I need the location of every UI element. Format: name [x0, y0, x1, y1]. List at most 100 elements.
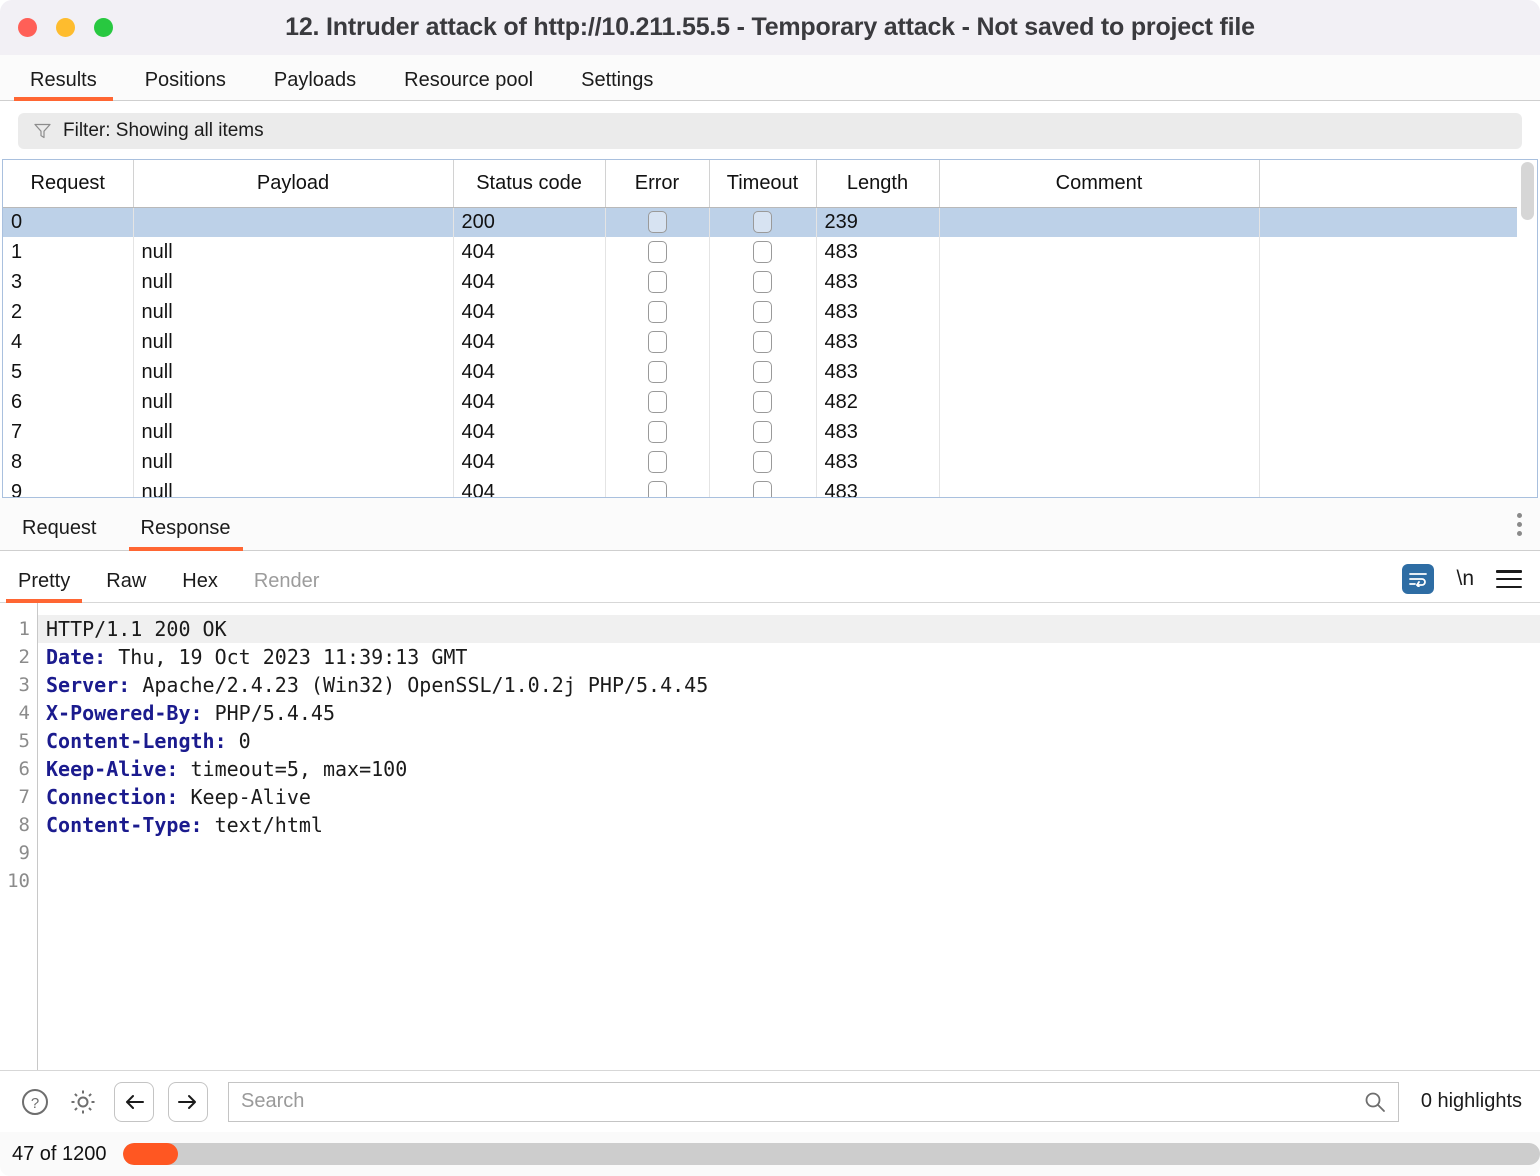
scrollbar-thumb[interactable] [1521, 162, 1534, 220]
tab-request[interactable]: Request [0, 518, 119, 550]
header-value: Keep-Alive [178, 785, 311, 809]
response-line: Server: Apache/2.4.23 (Win32) OpenSSL/1.… [38, 671, 1540, 699]
line-number: 10 [7, 870, 30, 892]
help-icon[interactable]: ? [18, 1085, 52, 1119]
search-field[interactable] [228, 1081, 1399, 1122]
cell-comment[interactable] [939, 357, 1260, 387]
cell-comment[interactable] [939, 477, 1260, 497]
response-body[interactable]: HTTP/1.1 200 OK Date: Thu, 19 Oct 2023 1… [38, 603, 1540, 1070]
tab-hex[interactable]: Hex [164, 571, 236, 602]
cell-comment[interactable] [939, 267, 1260, 297]
cell-comment[interactable] [939, 387, 1260, 417]
error-checkbox[interactable] [647, 481, 667, 497]
column-header-timeout[interactable]: Timeout [709, 160, 817, 208]
cell-timeout [709, 267, 817, 297]
cell-comment[interactable] [939, 327, 1260, 357]
timeout-checkbox[interactable] [753, 451, 772, 473]
timeout-checkbox[interactable] [753, 241, 772, 263]
column-header-length[interactable]: Length [816, 160, 940, 208]
newline-chars-icon[interactable]: \n [1456, 567, 1474, 591]
table-row[interactable]: 5 null 404 483 [3, 357, 1517, 387]
gear-icon[interactable] [66, 1085, 100, 1119]
kebab-menu-icon[interactable] [1517, 513, 1522, 536]
table-row[interactable]: 9 null 404 483 [3, 477, 1517, 497]
timeout-checkbox[interactable] [753, 361, 772, 383]
column-header-comment[interactable]: Comment [939, 160, 1260, 208]
table-row[interactable]: 1 null 404 483 [3, 237, 1517, 267]
filter-bar[interactable]: Filter: Showing all items [18, 113, 1522, 149]
timeout-checkbox[interactable] [753, 331, 772, 353]
search-input[interactable] [241, 1090, 1364, 1113]
timeout-checkbox[interactable] [753, 301, 772, 323]
cell-timeout [709, 387, 817, 417]
error-checkbox[interactable] [647, 211, 667, 234]
search-previous-button[interactable] [114, 1081, 154, 1122]
tab-resource-pool[interactable]: Resource pool [380, 70, 557, 100]
error-checkbox[interactable] [647, 271, 667, 293]
timeout-checkbox[interactable] [753, 421, 772, 443]
table-row[interactable]: 7 null 404 483 [3, 417, 1517, 447]
results-vertical-scrollbar[interactable] [1521, 162, 1534, 495]
response-line: Content-Type: text/html [38, 811, 1540, 839]
cell-comment[interactable] [939, 207, 1260, 237]
column-header-error[interactable]: Error [605, 160, 710, 208]
table-row[interactable]: 3 null 404 483 [3, 267, 1517, 297]
error-checkbox[interactable] [647, 361, 667, 383]
cell-status-code: 200 [453, 207, 606, 237]
close-button[interactable] [18, 18, 37, 37]
error-checkbox[interactable] [647, 391, 667, 413]
timeout-checkbox[interactable] [753, 271, 772, 293]
column-header-payload[interactable]: Payload [133, 160, 454, 208]
cell-request: 5 [3, 357, 134, 387]
hamburger-menu-icon[interactable] [1496, 570, 1522, 588]
cell-status-code: 404 [453, 297, 606, 327]
search-next-button[interactable] [168, 1081, 208, 1122]
header-value: HTTP/1.1 200 OK [46, 617, 227, 641]
cell-comment[interactable] [939, 417, 1260, 447]
cell-status-code: 404 [453, 327, 606, 357]
minimize-button[interactable] [56, 18, 75, 37]
cell-comment[interactable] [939, 447, 1260, 477]
timeout-checkbox[interactable] [753, 391, 772, 413]
table-row[interactable]: 4 null 404 483 [3, 327, 1517, 357]
cell-timeout [709, 447, 817, 477]
error-checkbox[interactable] [647, 421, 667, 443]
table-row[interactable]: 2 null 404 483 [3, 297, 1517, 327]
header-name: Content-Type: [46, 813, 203, 837]
cell-payload: null [133, 387, 454, 417]
results-table: Request Payload Status code Error Timeou… [3, 160, 1517, 497]
table-row[interactable]: 8 null 404 483 [3, 447, 1517, 477]
zoom-button[interactable] [94, 18, 113, 37]
cell-comment[interactable] [939, 237, 1260, 267]
column-header-request[interactable]: Request [3, 160, 134, 208]
table-row[interactable]: 0 200 239 [3, 207, 1517, 237]
tab-pretty[interactable]: Pretty [0, 571, 88, 603]
column-header-status-code[interactable]: Status code [453, 160, 606, 208]
window-controls [0, 18, 113, 37]
response-line: Connection: Keep-Alive [38, 783, 1540, 811]
error-checkbox[interactable] [647, 241, 667, 263]
response-line: Keep-Alive: timeout=5, max=100 [38, 755, 1540, 783]
tab-raw[interactable]: Raw [88, 571, 164, 602]
table-row[interactable]: 6 null 404 482 [3, 387, 1517, 417]
cell-error [605, 447, 710, 477]
cell-comment[interactable] [939, 297, 1260, 327]
tab-settings[interactable]: Settings [557, 70, 677, 100]
error-checkbox[interactable] [647, 331, 667, 353]
cell-spacer [1259, 387, 1517, 417]
tab-results[interactable]: Results [6, 70, 121, 101]
cell-spacer [1259, 357, 1517, 387]
tab-positions[interactable]: Positions [121, 70, 250, 100]
tab-payloads[interactable]: Payloads [250, 70, 380, 100]
timeout-checkbox[interactable] [753, 211, 772, 234]
column-header-spacer [1259, 160, 1517, 208]
search-toolbar: ? Search 0 highlights [0, 1070, 1540, 1132]
tab-response[interactable]: Response [119, 518, 253, 551]
search-icon[interactable] [1364, 1091, 1386, 1113]
error-checkbox[interactable] [647, 301, 667, 323]
error-checkbox[interactable] [647, 451, 667, 473]
line-number: 5 [18, 730, 30, 752]
cell-spacer [1259, 267, 1517, 297]
timeout-checkbox[interactable] [753, 481, 772, 497]
word-wrap-icon[interactable] [1402, 564, 1435, 594]
